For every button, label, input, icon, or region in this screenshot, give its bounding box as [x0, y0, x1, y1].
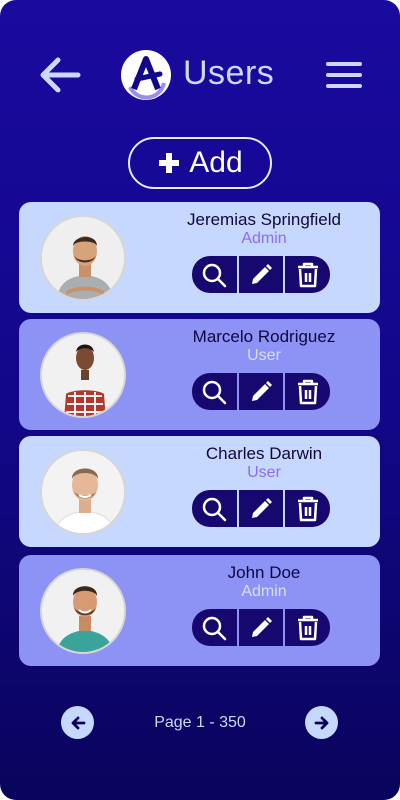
edit-user-button[interactable] [238, 490, 284, 527]
arrow-left-icon [71, 716, 85, 729]
edit-user-button[interactable] [238, 609, 284, 646]
user-card: Jeremias Springfield Admin [19, 202, 380, 313]
search-icon [203, 616, 227, 640]
user-card: Marcelo Rodriguez User [19, 319, 380, 430]
user-actions [192, 256, 331, 293]
view-user-button[interactable] [192, 490, 237, 527]
delete-user-button[interactable] [285, 256, 331, 293]
pencil-icon [252, 616, 272, 637]
search-icon [203, 497, 227, 521]
page-title: Users [183, 54, 275, 92]
delete-user-button[interactable] [285, 490, 331, 527]
trash-icon [297, 496, 318, 521]
search-icon [203, 380, 227, 404]
avatar [40, 332, 126, 418]
previous-page-button[interactable] [61, 706, 94, 739]
arrow-left-icon [40, 57, 81, 93]
menu-line [326, 84, 362, 88]
edit-user-button[interactable] [238, 256, 284, 293]
view-user-button[interactable] [192, 609, 237, 646]
pencil-icon [252, 380, 272, 401]
hamburger-menu-icon[interactable] [322, 57, 366, 93]
search-icon [203, 263, 227, 287]
users-screen: Users Add Jeremias Springfield Admin Mar… [0, 0, 400, 800]
add-button-label: Add [189, 146, 243, 179]
user-actions [192, 609, 331, 646]
user-role: Admin [241, 230, 287, 247]
menu-line [326, 73, 362, 77]
user-role: Admin [241, 583, 287, 600]
arrow-right-icon [314, 716, 328, 729]
pencil-icon [252, 497, 272, 518]
back-button[interactable] [38, 53, 82, 97]
avatar [40, 449, 126, 535]
user-card: John Doe Admin [19, 555, 380, 666]
menu-line [326, 62, 362, 66]
next-page-button[interactable] [305, 706, 338, 739]
user-role: User [247, 347, 281, 364]
app-logo-icon [120, 49, 172, 101]
header: Users [0, 0, 400, 150]
user-actions [192, 373, 331, 410]
view-user-button[interactable] [192, 373, 237, 410]
page-indicator: Page 1 - 350 [154, 714, 246, 731]
pencil-icon [252, 263, 272, 284]
user-role: User [247, 464, 281, 481]
delete-user-button[interactable] [285, 609, 331, 646]
avatar [40, 215, 126, 301]
plus-icon [157, 151, 181, 175]
view-user-button[interactable] [192, 256, 237, 293]
delete-user-button[interactable] [285, 373, 331, 410]
user-actions [192, 490, 331, 527]
user-card: Charles Darwin User [19, 436, 380, 547]
trash-icon [297, 262, 318, 287]
trash-icon [297, 615, 318, 640]
trash-icon [297, 379, 318, 404]
edit-user-button[interactable] [238, 373, 284, 410]
add-user-button[interactable]: Add [128, 137, 272, 189]
avatar [40, 568, 126, 654]
